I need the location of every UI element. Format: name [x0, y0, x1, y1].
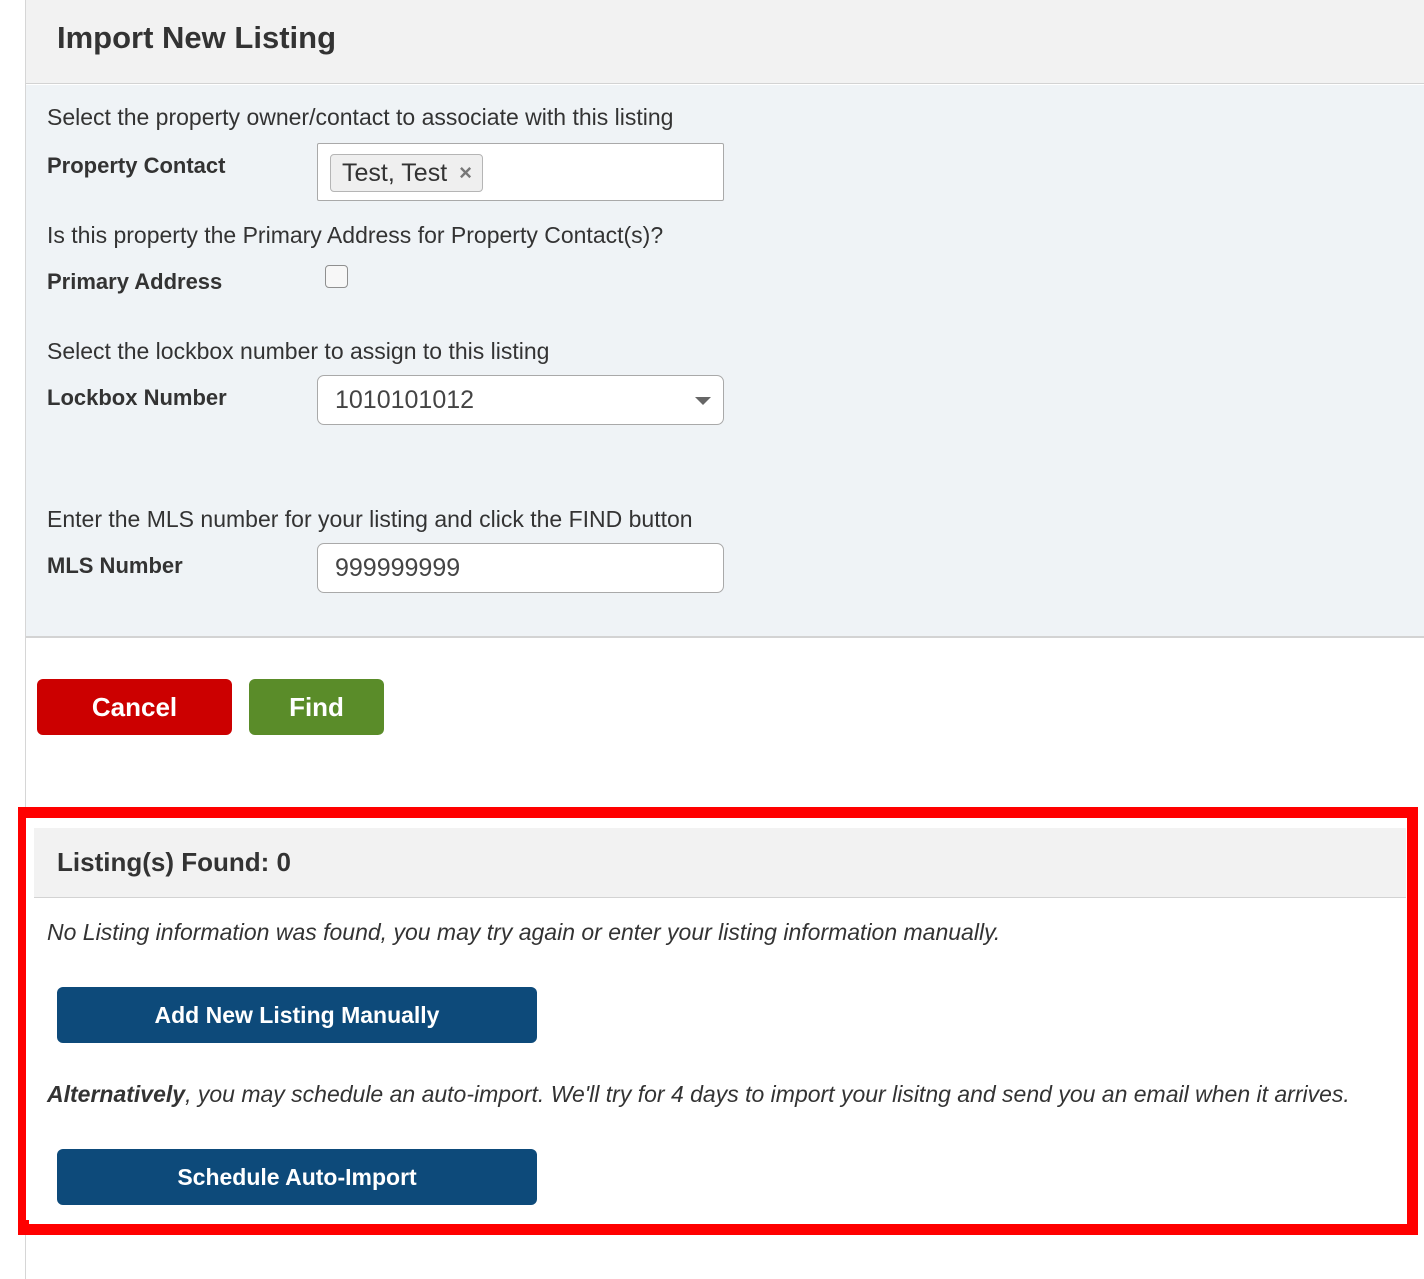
mls-number-input[interactable]: 999999999 [317, 543, 724, 593]
alt-strong: Alternatively [47, 1081, 186, 1107]
add-new-listing-manually-button[interactable]: Add New Listing Manually [57, 987, 537, 1043]
alt-text: , you may schedule an auto-import. We'll… [185, 1081, 1350, 1107]
property-contact-label: Property Contact [47, 153, 226, 178]
primary-address-checkbox[interactable] [325, 265, 348, 288]
lockbox-number-label: Lockbox Number [47, 385, 227, 410]
results-panel: Listing(s) Found: 0 No Listing informati… [26, 818, 1406, 1220]
mls-prompt: Enter the MLS number for your listing an… [47, 506, 693, 532]
lockbox-number-select[interactable]: 1010101012 [317, 375, 724, 425]
results-title: Listing(s) Found: 0 [57, 847, 291, 877]
auto-import-message: Alternatively, you may schedule an auto-… [47, 1081, 1350, 1108]
primary-address-label: Primary Address [47, 269, 223, 294]
contact-tag-label: Test, Test [342, 158, 448, 187]
primary-prompt: Is this property the Primary Address for… [47, 222, 664, 248]
contact-prompt: Select the property owner/contact to ass… [47, 104, 674, 130]
caret-down-icon [695, 397, 711, 405]
property-contact-field[interactable]: Test, Test × [317, 143, 724, 201]
close-icon[interactable]: × [459, 160, 472, 186]
page-title: Import New Listing [57, 20, 336, 55]
lockbox-prompt: Select the lockbox number to assign to t… [47, 338, 550, 364]
contact-tag: Test, Test × [330, 154, 483, 192]
lockbox-selected-value: 1010101012 [335, 386, 475, 414]
find-button[interactable]: Find [249, 679, 384, 735]
import-form: Select the property owner/contact to ass… [26, 85, 1424, 638]
cancel-button[interactable]: Cancel [37, 679, 232, 735]
no-results-message: No Listing information was found, you ma… [47, 919, 1001, 945]
mls-number-label: MLS Number [47, 553, 183, 578]
mls-number-value: 999999999 [335, 554, 461, 582]
page-header: Import New Listing [26, 0, 1424, 84]
results-header: Listing(s) Found: 0 [34, 828, 1406, 898]
schedule-auto-import-button[interactable]: Schedule Auto-Import [57, 1149, 537, 1205]
